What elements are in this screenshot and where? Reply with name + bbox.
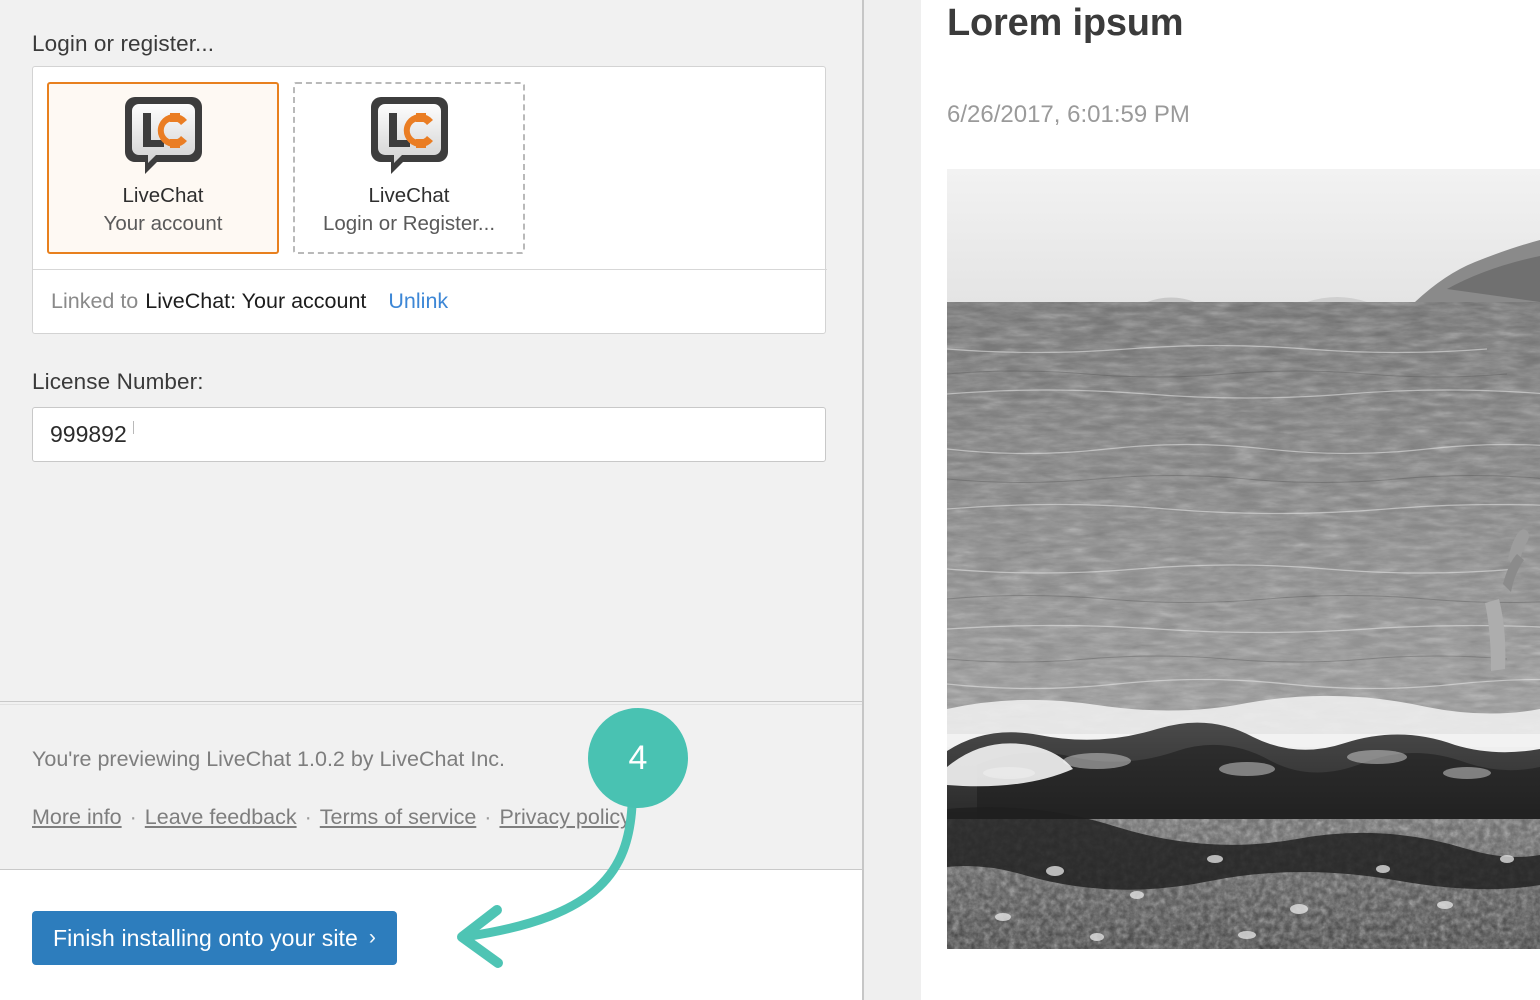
preview-note: You're previewing LiveChat 1.0.2 by Live… [32, 747, 506, 771]
chevron-right-icon: › [368, 926, 376, 949]
post-timestamp: 6/26/2017, 6:01:59 PM [947, 101, 1190, 128]
account-tile-title: LiveChat [122, 184, 204, 207]
link-separator: · [484, 805, 492, 829]
post-title: Lorem ipsum [947, 2, 1184, 44]
post-photo [947, 169, 1540, 949]
account-tiles-row: LiveChat Your account LiveChat Login or … [33, 67, 827, 270]
account-tile-subtitle: Login or Register... [322, 211, 496, 235]
unlink-link[interactable]: Unlink [388, 289, 448, 314]
account-tile-login-or-register[interactable]: LiveChat Login or Register... [293, 82, 525, 254]
link-terms-of-service[interactable]: Terms of service [320, 805, 477, 829]
livechat-logo-icon [123, 95, 204, 176]
finish-install-button[interactable]: Finish installing onto your site › [32, 911, 397, 965]
account-picker-card: LiveChat Your account LiveChat Login or … [32, 66, 827, 334]
link-separator: · [304, 805, 312, 829]
link-more-info[interactable]: More info [32, 805, 122, 829]
linked-prefix-label: Linked to [51, 289, 139, 313]
livechat-logo-icon [369, 95, 450, 176]
panel-gutter [864, 0, 921, 1000]
link-privacy-policy[interactable]: Privacy policy [499, 805, 630, 829]
credits-links: More info · Leave feedback · Terms of servic… [32, 805, 631, 830]
login-register-label: Login or register... [32, 31, 215, 56]
app-root: Login or register... LiveChat Your accou… [0, 0, 1540, 1000]
action-bar: Finish installing onto your site › [0, 870, 862, 1000]
account-tile-title: LiveChat [368, 184, 450, 207]
linked-account-name: LiveChat: Your account [145, 289, 367, 313]
credits-section: You're previewing LiveChat 1.0.2 by Live… [0, 705, 862, 870]
step-badge: 4 [588, 708, 688, 808]
credits-divider [0, 701, 862, 702]
settings-panel: Login or register... LiveChat Your accou… [0, 0, 862, 1000]
license-number-label: License Number: [32, 369, 204, 394]
account-tile-your-account[interactable]: LiveChat Your account [47, 82, 279, 254]
linked-account-row: Linked to LiveChat: Your account Unlink [33, 270, 827, 333]
step-badge-number: 4 [628, 738, 648, 777]
finish-install-label: Finish installing onto your site [53, 924, 358, 951]
link-separator: · [129, 805, 137, 829]
account-tile-subtitle: Your account [103, 211, 223, 235]
link-leave-feedback[interactable]: Leave feedback [145, 805, 297, 829]
site-preview-panel: Lorem ipsum 6/26/2017, 6:01:59 PM [921, 0, 1540, 1000]
license-number-input[interactable] [32, 407, 826, 462]
text-caret [133, 421, 134, 434]
settings-form: Login or register... LiveChat Your accou… [0, 0, 862, 701]
